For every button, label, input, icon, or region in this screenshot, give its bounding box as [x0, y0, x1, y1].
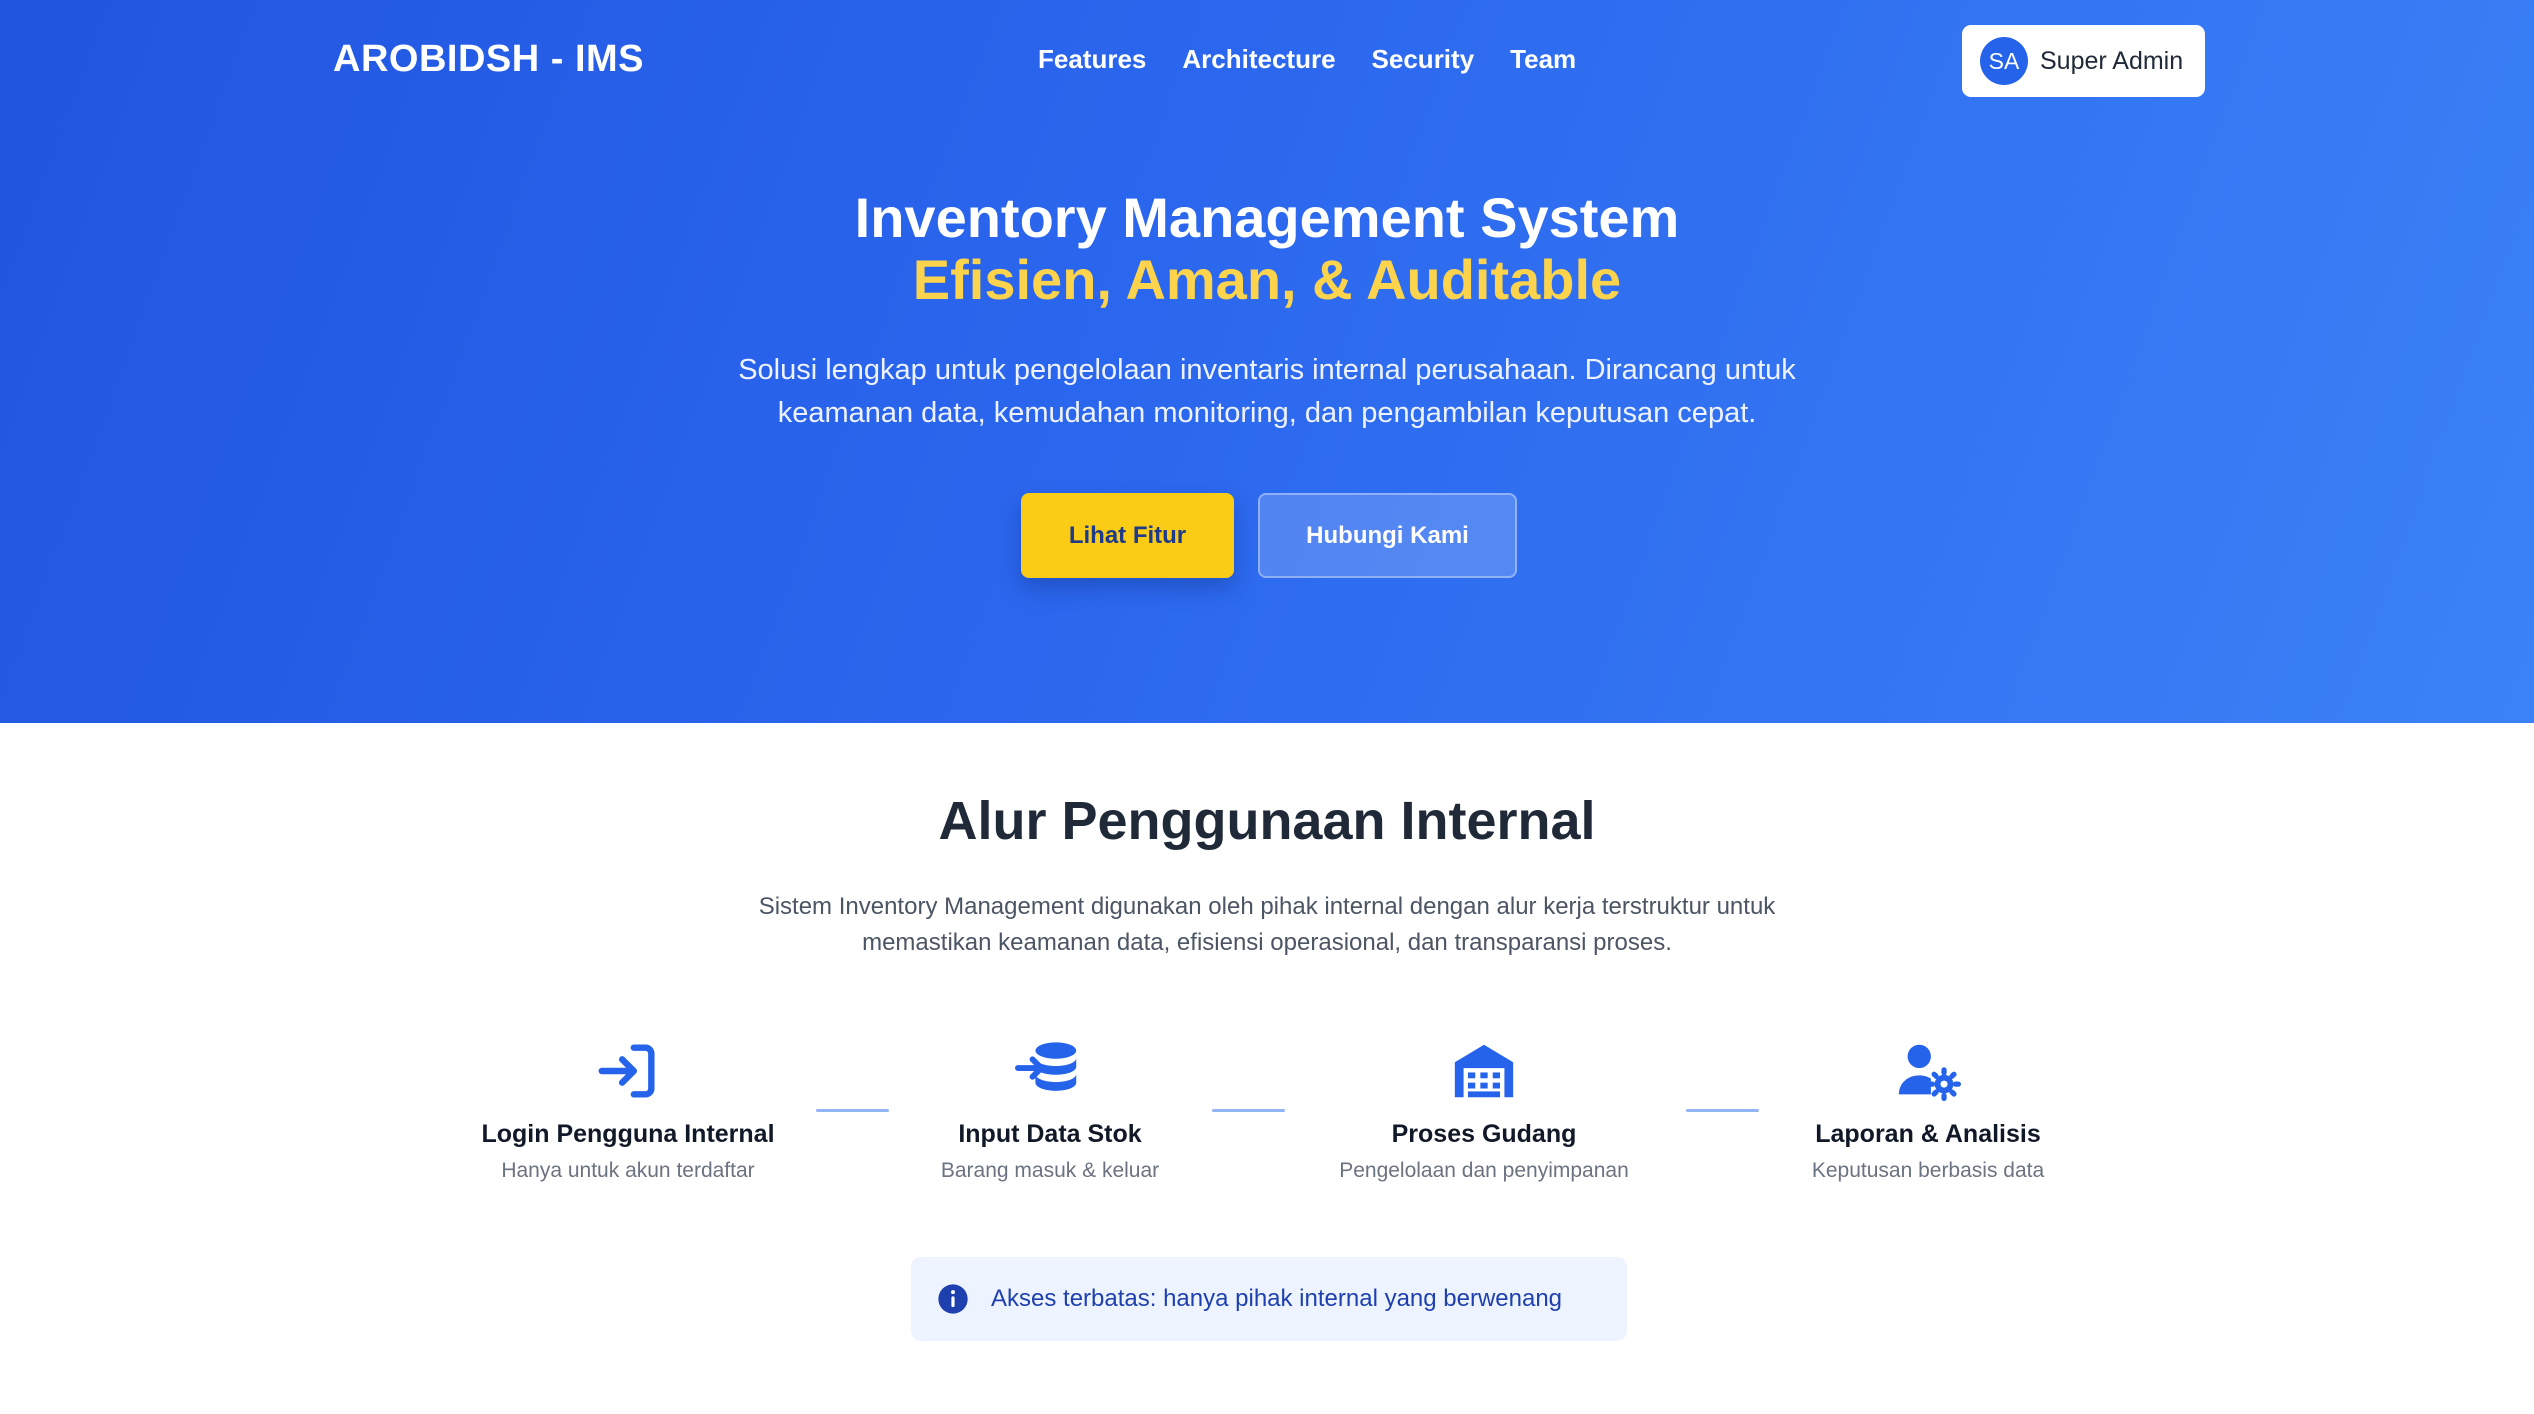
access-notice: Akses terbatas: hanya pihak internal yan… — [911, 1257, 1627, 1341]
flow-step-warehouse: Proses Gudang Pengelolaan dan penyimpana… — [1318, 1036, 1650, 1183]
step-title: Laporan & Analisis — [1815, 1120, 2041, 1148]
flow-step-login: Login Pengguna Internal Hanya untuk akun… — [470, 1036, 786, 1183]
nav-link-security[interactable]: Security — [1372, 44, 1475, 75]
nav-link-features[interactable]: Features — [1038, 44, 1146, 75]
step-subtitle: Barang masuk & keluar — [940, 1159, 1160, 1182]
step-connector — [1686, 1109, 1759, 1112]
step-subtitle: Pengelolaan dan penyimpanan — [1339, 1159, 1629, 1182]
database-icon — [1015, 1042, 1077, 1091]
top-nav: AROBIDSH - IMS Features Architecture Sec… — [0, 0, 2534, 122]
step-subtitle: Keputusan berbasis data — [1811, 1159, 2045, 1182]
hero-section: AROBIDSH - IMS Features Architecture Sec… — [0, 0, 2534, 723]
hero-title: Inventory Management System — [854, 186, 1680, 249]
nav-link-architecture[interactable]: Architecture — [1182, 44, 1335, 75]
step-connector — [1212, 1109, 1285, 1112]
user-name: Super Admin — [2040, 46, 2184, 75]
contact-us-button[interactable]: Hubungi Kami — [1258, 493, 1517, 578]
step-title: Input Data Stok — [958, 1120, 1142, 1148]
warehouse-icon — [1454, 1044, 1514, 1098]
section-description: Sistem Inventory Management digunakan ol… — [758, 893, 1776, 956]
step-title: Login Pengguna Internal — [481, 1120, 775, 1148]
step-title: Proses Gudang — [1391, 1120, 1577, 1148]
user-menu-button[interactable]: SA Super Admin — [1962, 25, 2205, 97]
flow-step-input-stock: Input Data Stok Barang masuk & keluar — [920, 1036, 1180, 1183]
hero-title-accent: Efisien, Aman, & Auditable — [912, 248, 1622, 311]
brand-logo[interactable]: AROBIDSH - IMS — [333, 38, 644, 81]
nav-links: Features Architecture Security Team — [1038, 44, 1576, 75]
section-title: Alur Penggunaan Internal — [938, 791, 1596, 851]
login-icon — [598, 1044, 655, 1098]
notice-text: Akses terbatas: hanya pihak internal yan… — [991, 1285, 1563, 1312]
info-icon — [938, 1284, 968, 1314]
avatar: SA — [1980, 37, 2028, 85]
see-features-button[interactable]: Lihat Fitur — [1021, 493, 1234, 578]
step-connector — [816, 1109, 889, 1112]
step-subtitle: Hanya untuk akun terdaftar — [501, 1159, 755, 1182]
flow-step-reports: Laporan & Analisis Keputusan berbasis da… — [1790, 1036, 2066, 1183]
nav-link-team[interactable]: Team — [1510, 44, 1576, 75]
hero-description: Solusi lengkap untuk pengelolaan inventa… — [738, 354, 1796, 429]
user-gear-icon — [1898, 1044, 1961, 1102]
